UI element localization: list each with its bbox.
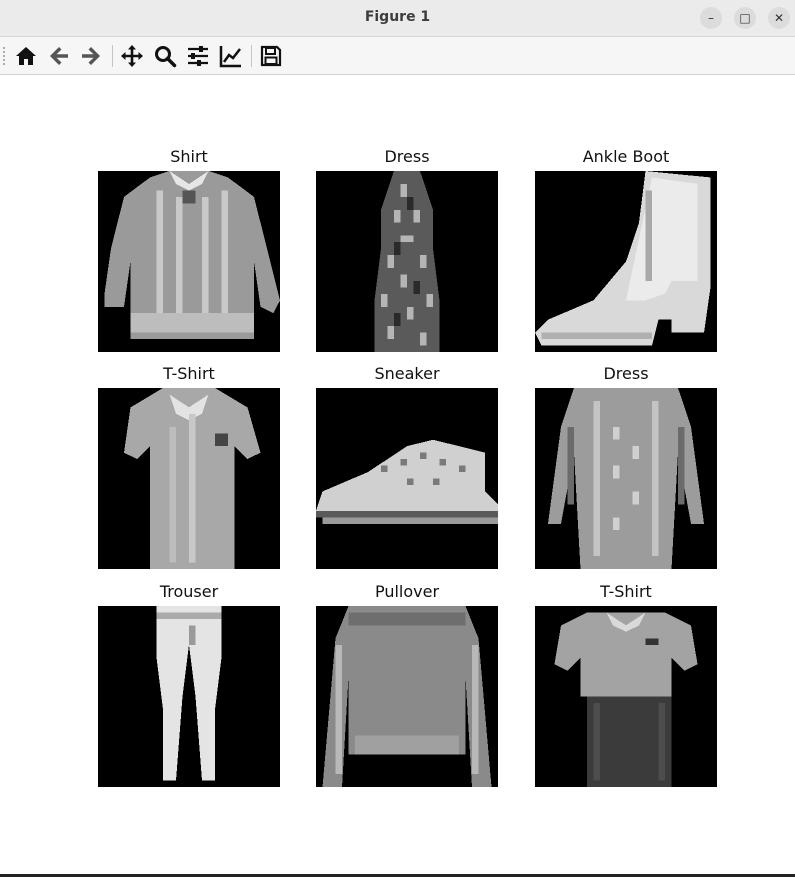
shirt-image xyxy=(98,171,280,352)
minimize-button[interactable]: – xyxy=(700,7,722,29)
edit-axis-button[interactable] xyxy=(217,42,245,70)
forward-button[interactable] xyxy=(77,42,105,70)
forward-arrow-icon xyxy=(82,47,100,65)
sneaker-image xyxy=(316,388,498,569)
back-arrow-icon xyxy=(50,47,68,65)
configure-subplots-button[interactable] xyxy=(184,42,212,70)
subplot-title: Dress xyxy=(603,364,649,383)
subplot-title: Dress xyxy=(384,147,430,166)
edit-axis-icon xyxy=(219,46,241,68)
back-button[interactable] xyxy=(45,42,73,70)
zoom-button[interactable] xyxy=(151,42,179,70)
home-icon xyxy=(16,47,36,65)
ankle-boot-image xyxy=(535,171,717,352)
window-titlebar: Figure 1 – □ ✕ xyxy=(0,0,795,37)
subplot-title: Sneaker xyxy=(374,364,440,383)
dress-image xyxy=(316,171,498,352)
toolbar-separator xyxy=(251,45,252,67)
subplot-title: Trouser xyxy=(159,582,219,601)
subplot-title: Pullover xyxy=(374,582,440,601)
save-floppy-icon xyxy=(260,45,282,67)
zoom-magnifier-icon xyxy=(155,46,177,68)
t-shirt-image xyxy=(535,606,717,787)
save-button[interactable] xyxy=(257,42,285,70)
navigation-toolbar xyxy=(0,37,795,75)
maximize-button[interactable]: □ xyxy=(734,7,756,29)
toolbar-grip[interactable] xyxy=(3,47,7,65)
configure-subplots-icon xyxy=(188,46,208,66)
dress-image xyxy=(535,388,717,569)
toolbar-separator xyxy=(112,45,113,67)
pullover-image xyxy=(316,606,498,787)
home-button[interactable] xyxy=(12,42,40,70)
trouser-image xyxy=(98,606,280,787)
window-title: Figure 1 xyxy=(364,9,431,25)
subplot-title: Ankle Boot xyxy=(582,147,670,166)
t-shirt-image xyxy=(98,388,280,569)
figure-canvas[interactable]: Shirt Dress Ankle Boot T-Shirt Sneaker D… xyxy=(0,75,795,875)
pan-button[interactable] xyxy=(118,42,146,70)
subplot-title: T-Shirt xyxy=(163,364,215,383)
pan-move-icon xyxy=(121,45,143,67)
close-button[interactable]: ✕ xyxy=(768,7,790,29)
subplot-title: Shirt xyxy=(170,147,208,166)
subplot-title: T-Shirt xyxy=(600,582,652,601)
